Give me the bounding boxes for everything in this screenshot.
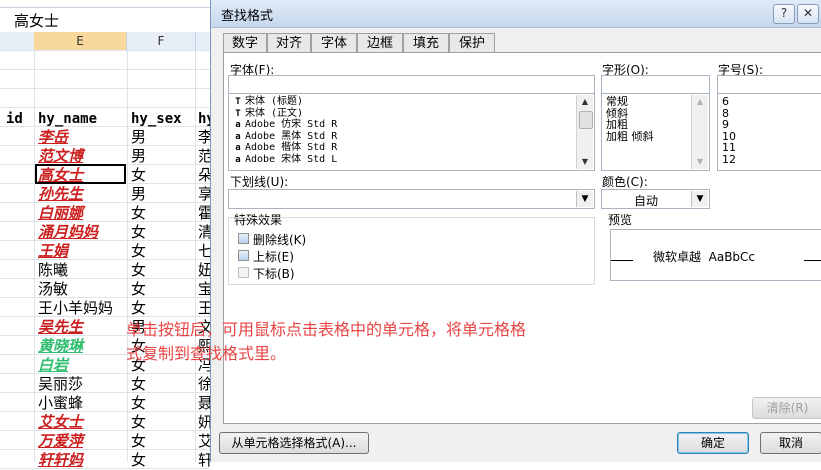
scroll-down-icon[interactable]: ▼ bbox=[577, 155, 593, 169]
font-size-item[interactable]: 12 bbox=[722, 153, 736, 166]
subscript-label: 下标(B) bbox=[253, 267, 295, 281]
close-button[interactable]: ✕ bbox=[797, 4, 819, 24]
color-value: 自动 bbox=[634, 194, 659, 208]
font-tab-panel: 字体(F): T 宋体 (标题) T 宋体 (正文) a Adobe 仿宋 Std RaA… bbox=[223, 52, 821, 424]
font-style-list-scrollbar[interactable]: ▲ ▼ bbox=[691, 95, 708, 169]
chevron-down-icon[interactable]: ▼ bbox=[576, 191, 593, 207]
font-list-item-label: Adobe 仿宋 Std R bbox=[245, 119, 338, 130]
opentype-font-icon: a bbox=[235, 131, 241, 142]
color-select[interactable]: 自动 ▼ bbox=[601, 189, 710, 209]
font-style-list[interactable]: 常规 倾斜 加粗 加粗 倾斜 ▲ ▼ bbox=[601, 93, 710, 171]
scroll-thumb[interactable] bbox=[579, 111, 593, 129]
color-label: 颜色(C): bbox=[602, 175, 648, 189]
dialog-title: 查找格式 bbox=[221, 9, 274, 24]
font-list-item-label: 宋体 (标题) bbox=[245, 96, 304, 107]
preview-label: 预览 bbox=[608, 213, 633, 227]
opentype-font-icon: a bbox=[235, 143, 241, 153]
clear-button[interactable]: 清除(R) bbox=[752, 397, 821, 419]
tab-alignment[interactable]: 对齐 bbox=[267, 33, 311, 52]
underline-select[interactable]: ▼ bbox=[228, 189, 595, 209]
font-style-item[interactable]: 加粗 倾斜 bbox=[606, 130, 654, 143]
font-list-item[interactable]: T 宋体 (标题) bbox=[233, 96, 303, 107]
font-list-item-label: Adobe 楷体 Std R bbox=[245, 142, 338, 153]
font-list-item[interactable]: a Adobe 宋体 Std L bbox=[233, 154, 337, 165]
font-list-item-label: Adobe 宋体 Std L bbox=[245, 153, 338, 165]
truetype-font-icon: T bbox=[235, 108, 241, 119]
choose-format-from-cell-button[interactable]: 从单元格选择格式(A)... bbox=[219, 432, 369, 454]
font-list-item[interactable]: T 宋体 (正文) bbox=[233, 108, 303, 119]
font-list-item[interactable]: a Adobe 仿宋 Std R bbox=[233, 119, 337, 130]
tab-protection[interactable]: 保护 bbox=[449, 33, 495, 52]
subscript-checkbox[interactable] bbox=[238, 267, 249, 278]
superscript-label: 上标(E) bbox=[253, 250, 294, 264]
strikethrough-checkbox[interactable] bbox=[238, 233, 249, 244]
opentype-font-icon: a bbox=[235, 120, 241, 130]
tab-number[interactable]: 数字 bbox=[223, 33, 267, 52]
find-format-dialog: 查找格式 ? ✕ 数字 对齐 字体 边框 填充 保护 字体(F): T 宋体 (标… bbox=[210, 0, 821, 462]
font-size-input[interactable] bbox=[717, 75, 821, 95]
strikethrough-label: 删除线(K) bbox=[253, 233, 307, 247]
ok-button[interactable]: 确定 bbox=[677, 432, 749, 454]
font-style-input[interactable] bbox=[601, 75, 710, 95]
font-input[interactable] bbox=[228, 75, 595, 95]
scroll-up-icon[interactable]: ▲ bbox=[692, 95, 708, 109]
opentype-font-icon: a bbox=[235, 154, 241, 165]
font-size-list[interactable]: 6 8 9 10 11 12 bbox=[717, 93, 821, 171]
cancel-button[interactable]: 取消 bbox=[760, 432, 821, 454]
font-list[interactable]: T 宋体 (标题) T 宋体 (正文) a Adobe 仿宋 Std R a Adobe 黑体… bbox=[228, 93, 595, 171]
truetype-font-icon: T bbox=[235, 97, 241, 107]
tab-font[interactable]: 字体 bbox=[311, 33, 357, 52]
scroll-up-icon[interactable]: ▲ bbox=[577, 95, 593, 109]
preview-sample: 微软卓越 AaBbCc bbox=[653, 250, 756, 264]
chevron-down-icon[interactable]: ▼ bbox=[691, 191, 708, 207]
tab-fill[interactable]: 填充 bbox=[403, 33, 449, 52]
preview-box: 微软卓越 AaBbCc bbox=[610, 229, 821, 281]
dialog-titlebar[interactable]: 查找格式 ? ✕ bbox=[211, 0, 821, 28]
superscript-checkbox[interactable] bbox=[238, 250, 249, 261]
preview-baseline bbox=[611, 260, 633, 261]
scroll-down-icon[interactable]: ▼ bbox=[692, 155, 708, 169]
help-button[interactable]: ? bbox=[773, 4, 795, 24]
font-list-item[interactable]: a Adobe 楷体 Std R bbox=[233, 142, 337, 153]
tab-border[interactable]: 边框 bbox=[357, 33, 403, 52]
font-list-item-label: 宋体 (正文) bbox=[245, 107, 304, 119]
font-list-scrollbar[interactable]: ▲ ▼ bbox=[576, 95, 593, 169]
underline-label: 下划线(U): bbox=[230, 175, 289, 189]
font-list-item[interactable]: a Adobe 黑体 Std R bbox=[233, 131, 337, 142]
preview-baseline bbox=[804, 260, 821, 261]
annotation-text: 单击按钮后，可用鼠标点击表格中的单元格，将单元格格式复制到查找格式里。 bbox=[126, 320, 527, 363]
font-list-item-label: Adobe 黑体 Std R bbox=[245, 130, 338, 142]
